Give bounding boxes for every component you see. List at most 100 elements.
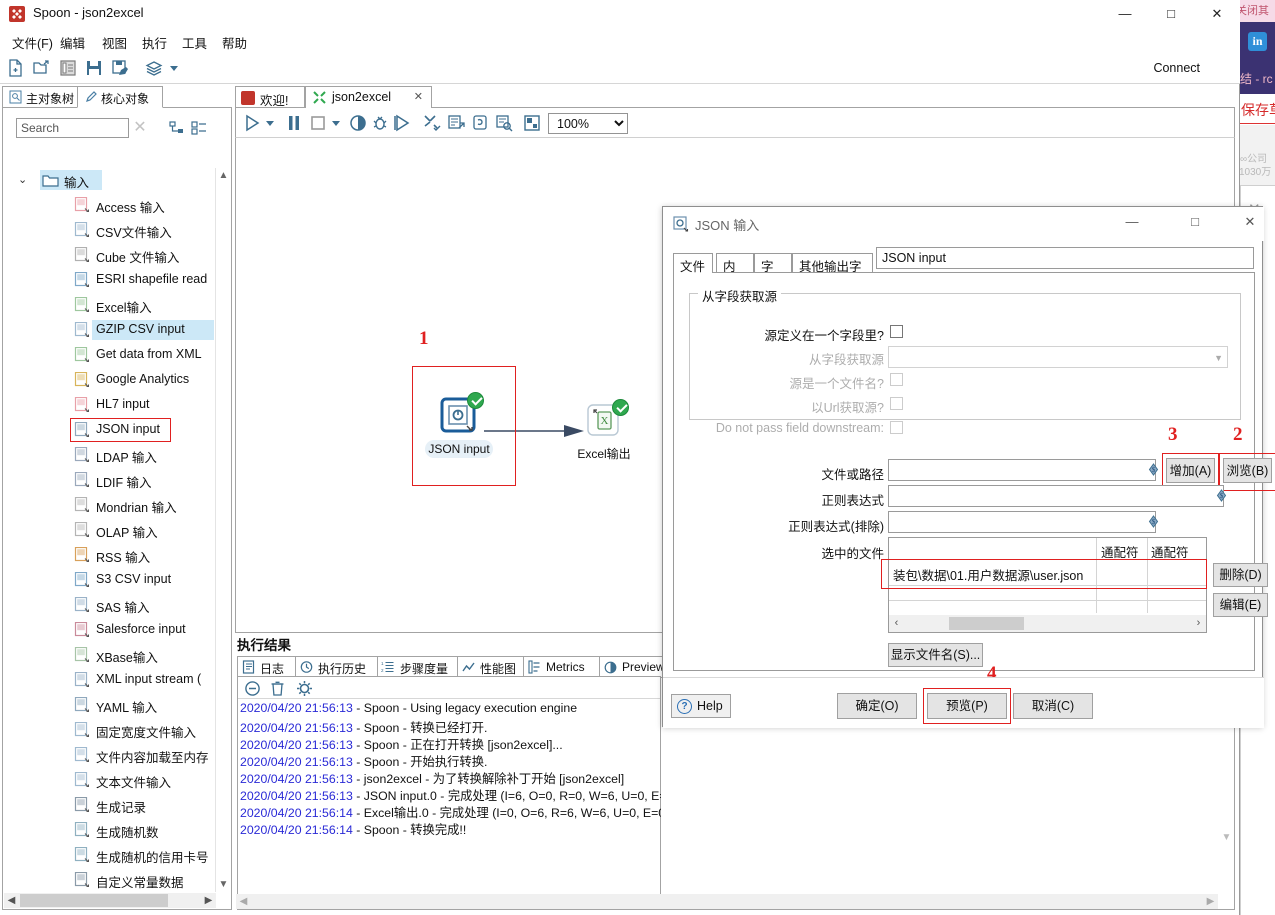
close-button[interactable]: ✕ xyxy=(1194,0,1240,28)
menu-help[interactable]: 帮助 xyxy=(218,31,251,54)
tab-json2excel[interactable]: json2excel ✕ xyxy=(305,86,432,108)
save-icon[interactable] xyxy=(84,58,104,78)
tree-node-21[interactable]: 固定宽度文件输入 xyxy=(4,718,216,743)
dropdown-arrow-icon[interactable] xyxy=(168,58,180,78)
scroll-right-arrow-icon[interactable]: ▶ xyxy=(1203,894,1218,909)
edit-file-button[interactable]: 编辑(E) xyxy=(1213,593,1268,617)
tree-node-17[interactable]: Salesforce input xyxy=(4,618,216,643)
tab-log[interactable]: 日志 xyxy=(237,656,301,677)
source-defined-in-field-checkbox[interactable] xyxy=(890,325,903,338)
tree-node-8[interactable]: HL7 input xyxy=(4,393,216,418)
stop-icon[interactable] xyxy=(308,113,328,133)
variable-icon[interactable]: $ xyxy=(1147,515,1160,528)
verify-icon[interactable] xyxy=(422,113,442,133)
tree-node-13[interactable]: OLAP 输入 xyxy=(4,518,216,543)
tree-node-15[interactable]: S3 CSV input xyxy=(4,568,216,593)
file-or-path-field[interactable] xyxy=(888,459,1156,481)
open-file-icon[interactable] xyxy=(32,58,52,78)
menu-view[interactable]: 视图 xyxy=(98,31,131,54)
collapse-tree-icon[interactable] xyxy=(191,120,207,136)
ok-button[interactable]: 确定(O) xyxy=(837,693,917,719)
variable-icon[interactable]: $ xyxy=(1215,489,1228,502)
core-objects-tree[interactable]: ⌄ 输入 Access 输入 CSV文件输入 Cube 文件输入 ESRI shapefi… xyxy=(4,168,216,891)
tree-node-1[interactable]: CSV文件输入 xyxy=(4,218,216,243)
tree-node-26[interactable]: 生成随机的信用卡号 xyxy=(4,843,216,868)
tab-execution-history[interactable]: 执行历史 xyxy=(295,656,379,677)
delete-icon[interactable] xyxy=(269,680,286,700)
tree-node-12[interactable]: Mondrian 输入 xyxy=(4,493,216,518)
tree-node-2[interactable]: Cube 文件输入 xyxy=(4,243,216,268)
scroll-down-arrow-icon[interactable]: ▼ xyxy=(1219,830,1234,845)
tree-node-0[interactable]: Access 输入 xyxy=(4,193,216,218)
preview-icon[interactable] xyxy=(348,113,368,133)
source-is-filename-checkbox[interactable] xyxy=(890,373,903,386)
do-not-pass-field-checkbox[interactable] xyxy=(890,421,903,434)
tree-node-25[interactable]: 生成随机数 xyxy=(4,818,216,843)
scroll-up-arrow-icon[interactable]: ▲ xyxy=(216,168,231,183)
menu-edit[interactable]: 编辑 xyxy=(56,31,89,54)
pause-icon[interactable] xyxy=(284,113,304,133)
impact-icon[interactable] xyxy=(446,113,466,133)
grid-horizontal-scrollbar[interactable]: ‹ › xyxy=(889,615,1206,632)
tree-node-14[interactable]: RSS 输入 xyxy=(4,543,216,568)
regex-exclude-field[interactable] xyxy=(888,511,1156,533)
dialog-tab-additional-output-fields[interactable]: 其他输出字段 xyxy=(792,253,873,293)
source-field-combo[interactable]: ▼ xyxy=(888,346,1228,368)
scroll-thumb-h[interactable] xyxy=(20,894,168,907)
sql-icon[interactable] xyxy=(470,113,490,133)
tree-node-9[interactable]: JSON input xyxy=(4,418,216,443)
dialog-maximize-button[interactable]: □ xyxy=(1173,207,1217,237)
tree-node-24[interactable]: 生成记录 xyxy=(4,793,216,818)
menu-tools[interactable]: 工具 xyxy=(178,31,211,54)
clear-log-icon[interactable] xyxy=(244,680,261,700)
tree-node-input-root[interactable]: ⌄ 输入 xyxy=(4,168,216,193)
tab-step-metrics[interactable]: 12 步骤度量 xyxy=(377,656,459,677)
scroll-left-arrow-icon[interactable]: ◀ xyxy=(236,894,251,909)
tree-node-5[interactable]: GZIP CSV input xyxy=(4,318,216,343)
dialog-minimize-button[interactable]: — xyxy=(1110,207,1154,237)
settings-icon[interactable] xyxy=(296,680,313,700)
search-input[interactable] xyxy=(16,118,129,138)
show-filenames-button[interactable]: 显示文件名(S)... xyxy=(888,643,983,667)
run-icon[interactable] xyxy=(242,113,262,133)
tab-core-objects[interactable]: 核心对象 xyxy=(77,86,163,108)
tree-vertical-scrollbar[interactable]: ▲ ▼ xyxy=(215,168,231,892)
stop-dropdown-icon[interactable] xyxy=(330,113,342,133)
tree-node-4[interactable]: Excel输入 xyxy=(4,293,216,318)
replay-icon[interactable] xyxy=(392,113,412,133)
tree-node-22[interactable]: 文件内容加载至内存 xyxy=(4,743,216,768)
search-metadata-icon[interactable] xyxy=(494,113,514,133)
tree-node-18[interactable]: XBase输入 xyxy=(4,643,216,668)
add-button[interactable]: 增加(A) xyxy=(1166,458,1215,483)
source-from-url-checkbox[interactable] xyxy=(890,397,903,410)
layers-icon[interactable] xyxy=(144,58,164,78)
minimize-button[interactable]: — xyxy=(1102,0,1148,28)
dialog-tab-file[interactable]: 文件 xyxy=(673,253,713,274)
dialog-close-button[interactable]: ✕ xyxy=(1228,207,1272,237)
tree-node-3[interactable]: ESRI shapefile read xyxy=(4,268,216,293)
tree-node-20[interactable]: YAML 输入 xyxy=(4,693,216,718)
tree-node-11[interactable]: LDIF 输入 xyxy=(4,468,216,493)
tab-metrics[interactable]: Metrics xyxy=(523,656,601,677)
tree-node-16[interactable]: SAS 输入 xyxy=(4,593,216,618)
scroll-left-arrow-icon[interactable]: ◀ xyxy=(4,893,19,908)
explorer-icon[interactable] xyxy=(58,58,78,78)
chevron-down-icon[interactable]: ⌄ xyxy=(18,173,30,186)
tree-node-19[interactable]: XML input stream ( xyxy=(4,668,216,693)
scroll-left-arrow-icon[interactable]: ‹ xyxy=(889,615,904,632)
tab-welcome[interactable]: 欢迎! xyxy=(235,86,305,108)
zoom-select[interactable]: 100% xyxy=(548,113,628,134)
expand-tree-icon[interactable] xyxy=(169,120,185,136)
scroll-down-arrow-icon[interactable]: ▼ xyxy=(216,877,231,892)
tree-node-7[interactable]: Google Analytics xyxy=(4,368,216,393)
debug-icon[interactable] xyxy=(370,113,390,133)
cancel-button[interactable]: 取消(C) xyxy=(1013,693,1093,719)
delete-file-button[interactable]: 删除(D) xyxy=(1213,563,1268,587)
dialog-tab-content[interactable]: 内容 xyxy=(716,253,754,293)
regex-field[interactable] xyxy=(888,485,1224,507)
close-icon[interactable]: ✕ xyxy=(414,90,423,103)
variable-icon[interactable]: $ xyxy=(1147,463,1160,476)
menu-file[interactable]: 文件(F) xyxy=(8,31,57,54)
dialog-tab-fields[interactable]: 字段 xyxy=(754,253,792,293)
scroll-right-arrow-icon[interactable]: ▶ xyxy=(201,893,216,908)
